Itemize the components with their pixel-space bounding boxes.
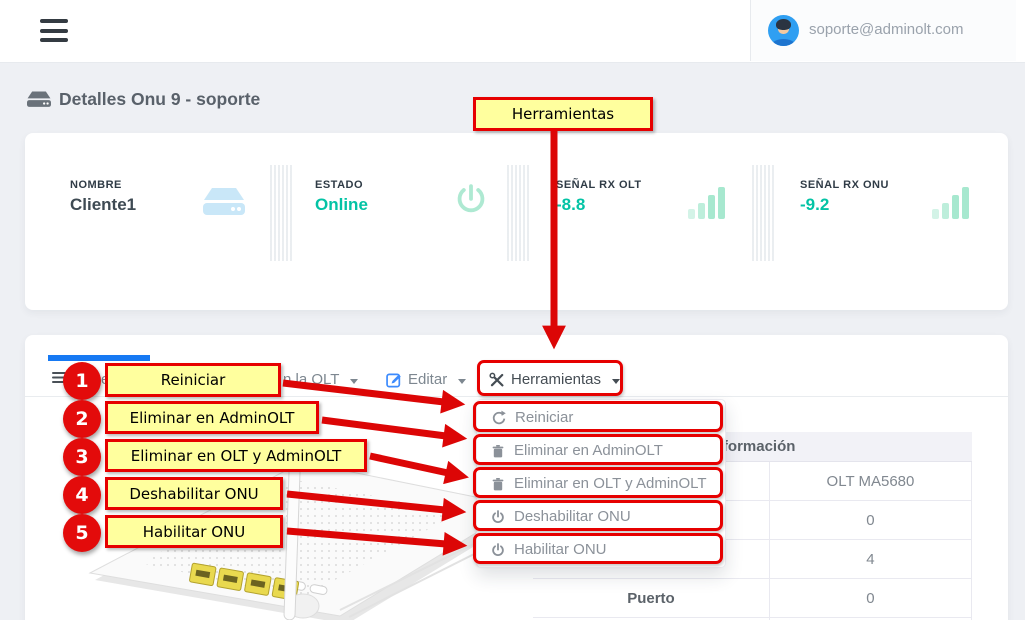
table-row: Puerto 0	[533, 579, 972, 618]
annotation-callout: Eliminar en AdminOLT	[105, 401, 319, 434]
router-icon	[27, 90, 51, 109]
annotation-number-badge: 1	[63, 362, 101, 400]
table-cell-value: 0	[769, 579, 972, 617]
divider	[268, 165, 294, 261]
tab-editar-label: Editar	[408, 371, 447, 388]
annotation-number-badge: 4	[63, 476, 101, 514]
user-email: soporte@adminolt.com	[809, 21, 963, 38]
tab-editar[interactable]: Editar	[386, 371, 466, 388]
divider	[750, 165, 776, 261]
avatar-hair	[776, 19, 791, 30]
page-title: Detalles Onu 9 - soporte	[27, 89, 260, 110]
status-value: Cliente1	[70, 195, 136, 215]
annotation-outline-herramientas-button	[477, 360, 623, 396]
chevron-down-icon	[350, 379, 358, 384]
annotation-outline-reiniciar	[473, 401, 723, 432]
annotation-number-badge: 3	[63, 438, 101, 476]
status-label: ESTADO	[315, 179, 363, 191]
status-label: NOMBRE	[70, 179, 122, 191]
tab-acciones-olt[interactable]: n la OLT	[283, 371, 358, 388]
hamburger-menu-icon[interactable]	[40, 19, 68, 43]
page-title-text: Detalles Onu 9 - soporte	[59, 89, 260, 110]
status-value: -9.2	[800, 195, 829, 215]
status-label: SEÑAL RX OLT	[556, 179, 642, 191]
annotation-number-badge: 2	[63, 400, 101, 438]
annotation-callout-herramientas: Herramientas	[473, 97, 653, 131]
table-cell-value: OLT MA5680	[769, 462, 972, 500]
table-cell-value: 4	[769, 540, 972, 578]
avatar	[768, 15, 799, 46]
power-icon	[453, 183, 489, 219]
annotation-outline-eliminar-olt-adminolt	[473, 467, 723, 498]
annotation-outline-eliminar-adminolt	[473, 434, 723, 465]
table-cell-label: Puerto	[533, 579, 769, 617]
divider	[505, 165, 531, 261]
signal-bars-icon	[932, 185, 970, 219]
tab-olt-label-fragment: n la OLT	[283, 371, 339, 388]
router-icon	[203, 186, 245, 218]
annotation-callout: Habilitar ONU	[105, 515, 283, 548]
annotation-callout: Reiniciar	[105, 363, 281, 397]
annotation-outline-deshabilitar	[473, 500, 723, 531]
status-card: NOMBRE Cliente1 ESTADO Online SEÑAL RX O…	[25, 133, 1008, 310]
status-label: SEÑAL RX ONU	[800, 179, 889, 191]
screen: soporte@adminolt.com Detalles Onu 9 - so…	[0, 0, 1025, 620]
table-cell-value: 0	[769, 501, 972, 539]
status-value: Online	[315, 195, 368, 215]
annotation-callout: Deshabilitar ONU	[105, 477, 283, 510]
status-value: -8.8	[556, 195, 585, 215]
chevron-down-icon	[458, 379, 466, 384]
topbar: soporte@adminolt.com	[0, 0, 1025, 63]
avatar-shirt	[772, 39, 795, 46]
annotation-callout: Eliminar en OLT y AdminOLT	[105, 439, 367, 472]
signal-bars-icon	[688, 185, 726, 219]
annotation-outline-habilitar	[473, 533, 723, 564]
pencil-square-icon	[386, 372, 402, 388]
active-tab-indicator	[48, 355, 150, 361]
user-menu[interactable]: soporte@adminolt.com	[750, 0, 1016, 61]
annotation-number-badge: 5	[63, 514, 101, 552]
